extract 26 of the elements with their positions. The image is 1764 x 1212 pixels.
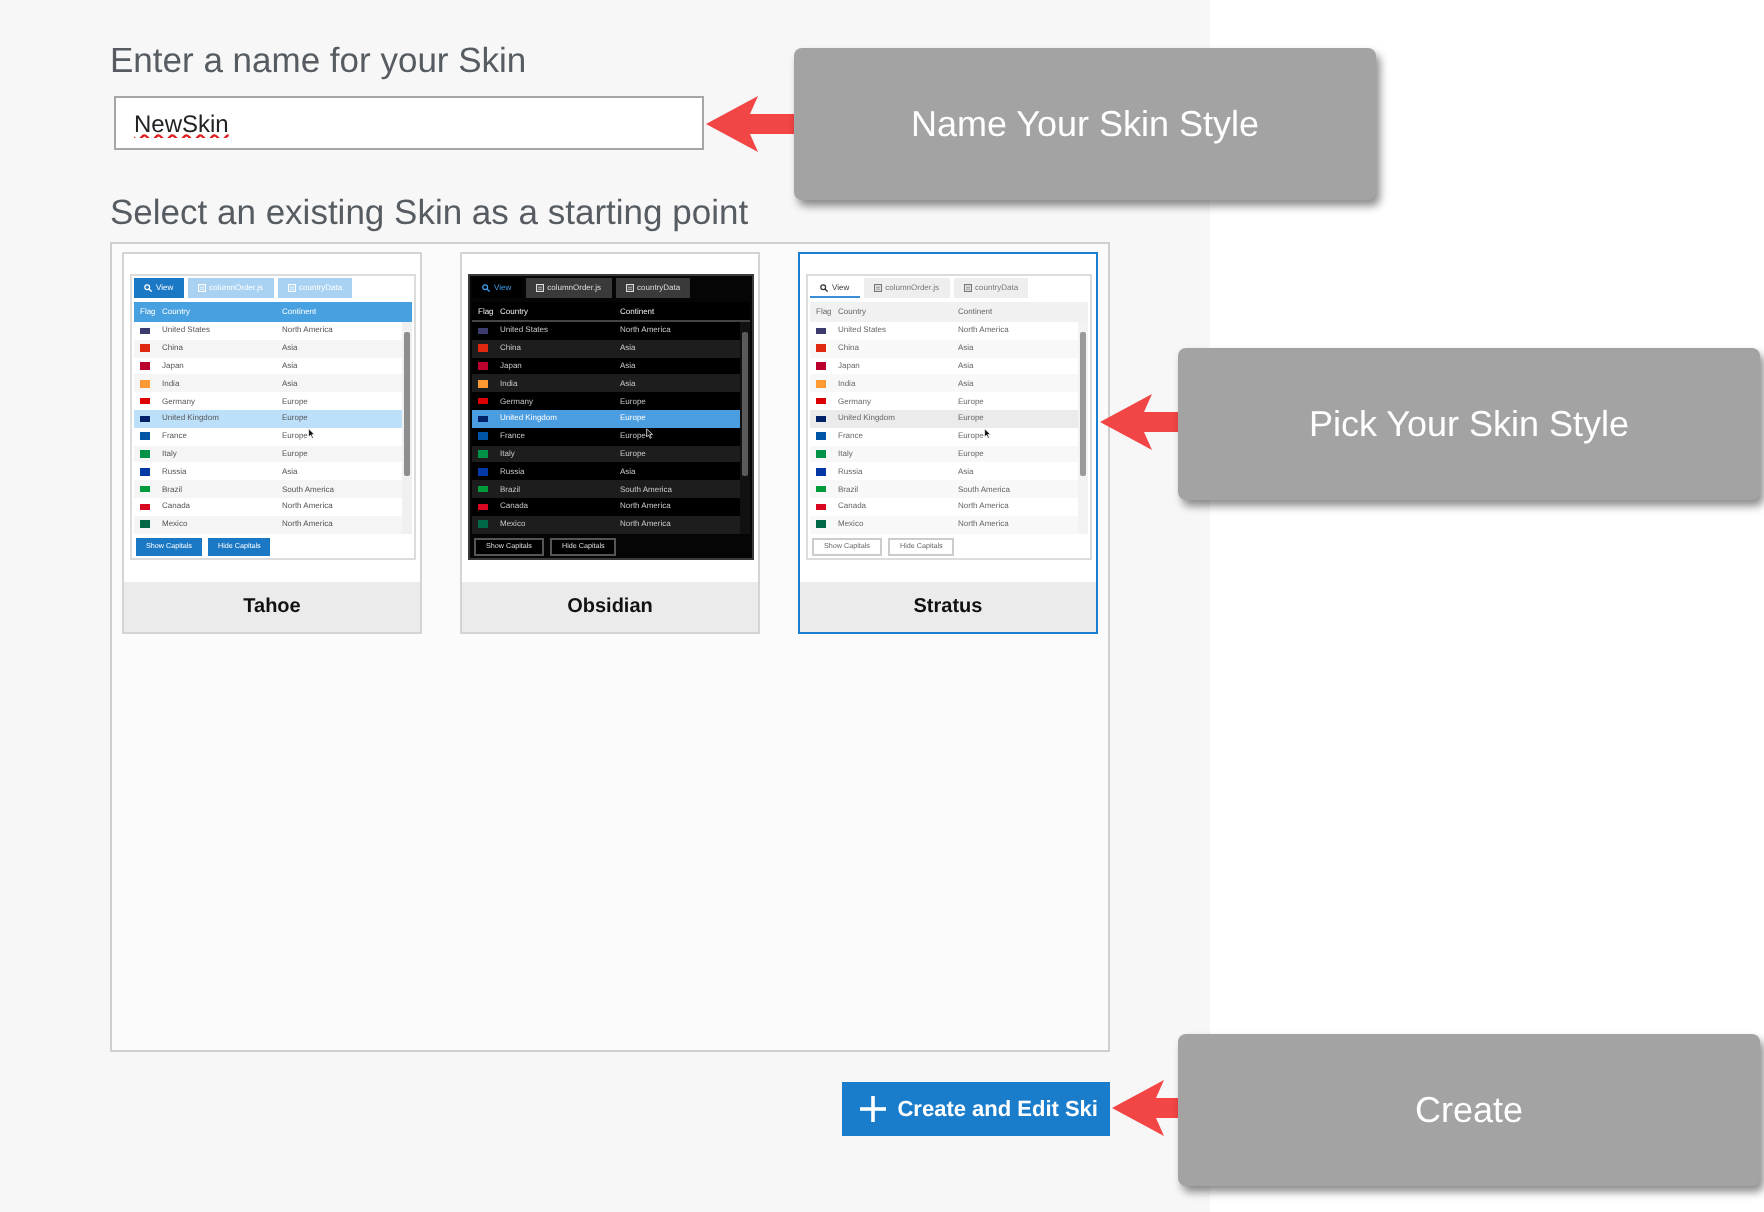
file-icon [287, 284, 296, 292]
search-icon [482, 284, 490, 292]
skin-name: Tahoe [124, 582, 420, 632]
file-icon [963, 284, 972, 292]
skin-name: Stratus [800, 582, 1096, 632]
scrollbar-thumb [404, 332, 410, 476]
search-icon [820, 284, 828, 292]
callout: Name Your Skin Style [794, 48, 1376, 200]
search-icon [144, 284, 152, 292]
file-icon [625, 284, 634, 292]
file-icon [197, 284, 206, 292]
cursor-icon [308, 428, 315, 439]
section-label: Select an existing Skin as a starting point [110, 192, 749, 232]
plus-icon [859, 1096, 886, 1122]
scrollbar-thumb [742, 332, 748, 476]
callout: Pick Your Skin Style [1178, 348, 1760, 500]
name-input[interactable]: NewSkin [114, 96, 704, 150]
create-button[interactable]: Create and Edit Ski [841, 1082, 1110, 1136]
file-icon [873, 284, 882, 292]
field-label: Enter a name for your Skin [110, 40, 527, 80]
scrollbar-thumb [1080, 332, 1086, 476]
callout: Create [1178, 1034, 1760, 1186]
skin-name: Obsidian [462, 582, 758, 632]
cursor-icon [646, 428, 653, 439]
cursor-icon [984, 428, 991, 439]
file-icon [535, 284, 544, 292]
